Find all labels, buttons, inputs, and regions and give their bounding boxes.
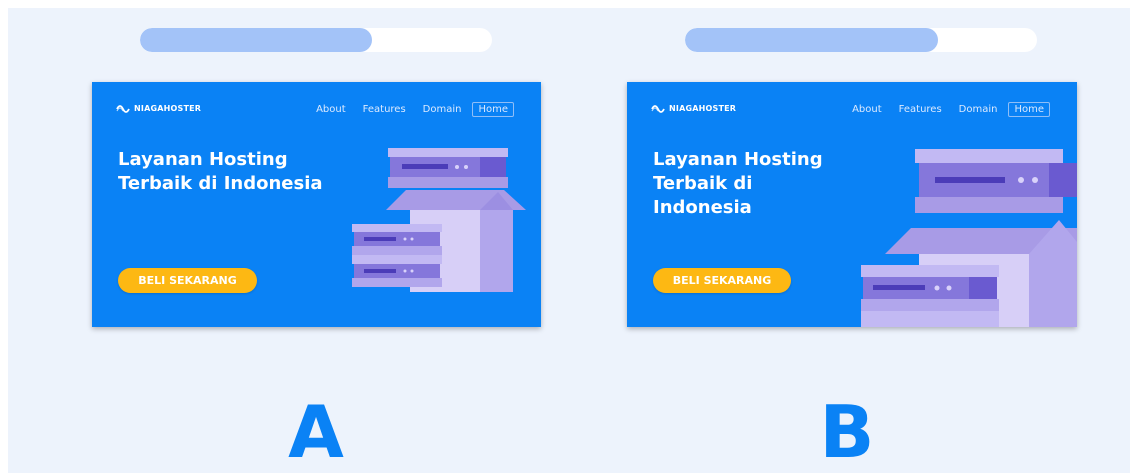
top-nav: About Features Domain Home [835,102,1050,117]
server-illustration [352,148,526,292]
nav-home[interactable]: Home [1008,102,1050,117]
logo-wave-icon [116,104,130,113]
nav-domain[interactable]: Domain [423,104,462,115]
logo-wave-icon [651,104,665,113]
nav-features[interactable]: Features [363,104,406,115]
website-mockup-b: NIAGAHOSTER About Features Domain Home L… [627,82,1077,327]
site-logo[interactable]: NIAGAHOSTER [116,104,201,113]
variant-label-b: B [819,390,875,474]
logo-text: NIAGAHOSTER [669,104,737,113]
headline-line-1: Layanan Hosting [653,149,823,170]
comparison-canvas: NIAGAHOSTER About Features Domain Home L… [8,8,1130,473]
server-illustration [861,149,1077,327]
headline-line-1: Layanan Hosting [118,149,288,170]
variant-label-a: A [288,390,344,474]
buy-now-button[interactable]: BELI SEKARANG [118,268,257,293]
hero-headline: Layanan Hosting Terbaik di Indonesia [653,148,823,220]
nav-domain[interactable]: Domain [959,104,998,115]
logo-text: NIAGAHOSTER [134,104,202,113]
nav-home[interactable]: Home [472,102,514,117]
progress-fill-b [685,28,939,52]
headline-line-3: Indonesia [653,197,752,218]
site-logo[interactable]: NIAGAHOSTER [651,104,736,113]
progress-bar-a [140,28,492,52]
website-mockup-a: NIAGAHOSTER About Features Domain Home L… [92,82,541,327]
headline-line-2: Terbaik di [653,173,753,194]
nav-features[interactable]: Features [899,104,942,115]
nav-about[interactable]: About [316,104,346,115]
hero-headline: Layanan Hosting Terbaik di Indonesia [118,148,323,196]
progress-fill-a [140,28,373,52]
top-nav: About Features Domain Home [299,102,514,117]
nav-about[interactable]: About [852,104,882,115]
headline-line-2: Terbaik di Indonesia [118,173,323,194]
buy-now-button[interactable]: BELI SEKARANG [653,268,791,293]
progress-bar-b [685,28,1037,52]
